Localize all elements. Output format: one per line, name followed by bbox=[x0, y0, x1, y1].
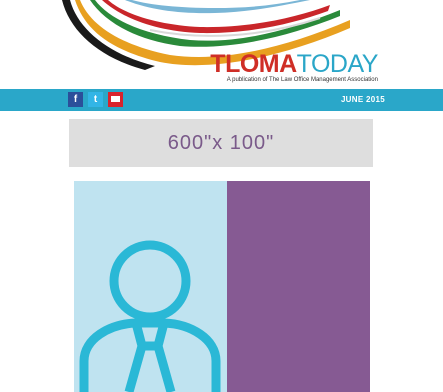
email-icon[interactable] bbox=[108, 92, 123, 107]
ad-banner-placeholder[interactable]: 600"x 100" bbox=[69, 119, 373, 167]
person-icon bbox=[79, 240, 221, 392]
brand-tagline: A publication of The Law Office Manageme… bbox=[226, 77, 378, 83]
newsletter-header: TLOMATODAY A publication of The Law Offi… bbox=[0, 0, 443, 88]
hero-image bbox=[74, 181, 370, 392]
brand-name-part2: TODAY bbox=[296, 50, 379, 78]
twitter-icon[interactable]: t bbox=[88, 92, 103, 107]
brand-name-part1: TLOMA bbox=[210, 50, 297, 78]
hero-right-panel bbox=[227, 181, 370, 392]
share-bar: f t JUNE 2015 bbox=[0, 89, 443, 111]
issue-date: JUNE 2015 bbox=[340, 95, 385, 104]
facebook-icon[interactable]: f bbox=[68, 92, 83, 107]
brand-logo[interactable]: TLOMATODAY A publication of The Law Offi… bbox=[210, 50, 379, 84]
